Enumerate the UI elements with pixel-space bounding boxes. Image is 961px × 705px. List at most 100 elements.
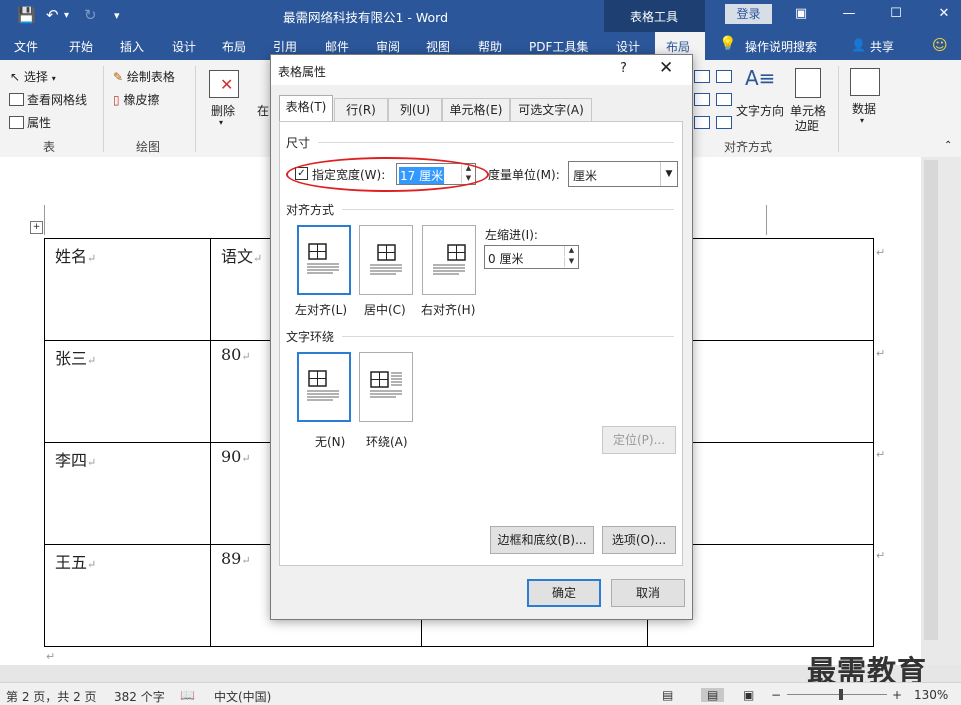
print-layout-icon[interactable]: ▤ xyxy=(701,688,725,702)
undo-dropdown-icon[interactable]: ▾ xyxy=(64,10,69,21)
table-cell[interactable]: 姓名↵ xyxy=(44,238,211,341)
properties-label: 属性 xyxy=(27,116,52,130)
word-count[interactable]: 382 个字 xyxy=(114,688,165,705)
wrap-around-option[interactable] xyxy=(359,352,413,422)
align-top-center-icon[interactable] xyxy=(716,70,732,83)
table-move-handle-icon[interactable]: + xyxy=(30,221,43,234)
close-icon[interactable]: ✕ xyxy=(659,58,673,78)
language-indicator[interactable]: 中文(中国) xyxy=(214,688,271,705)
align-center-label: 居中(C) xyxy=(364,303,406,317)
indent-left-input[interactable]: 0 厘米 ▲ ▼ xyxy=(484,245,579,269)
title-bar: 💾 ↶ ▾ ↻ ▾ 最需网络科技有限公1 - Word 表格工具 登录 ▣ — … xyxy=(0,0,961,32)
table-cell[interactable]: 张三↵ xyxy=(44,340,211,443)
ok-button[interactable]: 确定 xyxy=(527,579,601,607)
table-cell[interactable]: 王五↵ xyxy=(44,544,211,647)
table-cell[interactable]: 李四↵ xyxy=(44,442,211,545)
measure-in-select[interactable]: 厘米 ▼ xyxy=(568,161,678,187)
cell-margins-button-line2[interactable]: 边距 xyxy=(795,117,819,134)
wrap-around-icon xyxy=(370,371,402,398)
tab-layout[interactable]: 布局 xyxy=(222,38,246,55)
save-icon[interactable]: 💾 xyxy=(17,6,36,24)
zoom-level[interactable]: 130% xyxy=(914,688,948,702)
view-gridlines-button[interactable]: 查看网格线 xyxy=(9,91,87,108)
tab-design[interactable]: 设计 xyxy=(172,38,196,55)
close-window-icon[interactable]: ✕ xyxy=(932,4,956,24)
collapse-ribbon-icon[interactable]: ⌃ xyxy=(944,140,952,151)
paragraph-mark-icon: ↵ xyxy=(253,252,263,265)
align-right-option[interactable] xyxy=(422,225,476,295)
section-divider xyxy=(342,209,674,210)
context-group-title: 表格工具 xyxy=(630,10,679,24)
cell-text: 李四 xyxy=(55,451,88,470)
dialog-title: 表格属性 xyxy=(278,65,327,79)
zoom-slider[interactable] xyxy=(787,694,887,695)
tab-review[interactable]: 审阅 xyxy=(376,38,400,55)
cursor-icon: ↖ xyxy=(10,70,21,84)
tab-insert[interactable]: 插入 xyxy=(120,38,144,55)
spin-down-icon[interactable]: ▼ xyxy=(564,257,578,267)
tab-help[interactable]: 帮助 xyxy=(478,38,502,55)
tab-row[interactable]: 行(R) xyxy=(334,98,388,121)
align-center-icon[interactable] xyxy=(716,93,732,106)
zoom-in-icon[interactable]: + xyxy=(892,688,902,702)
tell-me-search[interactable]: 操作说明搜索 xyxy=(745,38,817,55)
cell-text: 姓名 xyxy=(55,247,88,266)
align-bottom-left-icon[interactable] xyxy=(694,116,710,129)
tab-table-design[interactable]: 设计 xyxy=(616,38,640,55)
tab-pdf-tools[interactable]: PDF工具集 xyxy=(529,38,588,55)
cell-text: 张三 xyxy=(55,349,88,368)
smiley-feedback-icon[interactable]: ☺ xyxy=(932,36,948,54)
group-label-table: 表 xyxy=(43,140,56,154)
align-right-label: 右对齐(H) xyxy=(421,303,476,317)
delete-button[interactable]: 删除 xyxy=(211,102,235,119)
ribbon-display-icon[interactable]: ▣ xyxy=(789,4,813,24)
spin-up-icon[interactable]: ▲ xyxy=(564,246,578,256)
text-direction-button[interactable]: 文字方向 xyxy=(736,102,784,119)
options-button[interactable]: 选项(O)... xyxy=(602,526,676,554)
zoom-slider-thumb[interactable] xyxy=(839,689,843,700)
tab-cell[interactable]: 单元格(E) xyxy=(442,98,510,121)
share-button[interactable]: 共享 xyxy=(870,38,894,55)
align-left-option[interactable] xyxy=(297,225,351,295)
align-middle-left-icon[interactable] xyxy=(694,93,710,106)
zoom-out-icon[interactable]: − xyxy=(771,688,781,702)
align-right-icon xyxy=(433,244,466,275)
tab-file[interactable]: 文件 xyxy=(14,38,38,55)
select-button[interactable]: ↖ 选择 ▾ xyxy=(10,68,56,85)
tab-mailings[interactable]: 邮件 xyxy=(325,38,349,55)
tab-view[interactable]: 视图 xyxy=(426,38,450,55)
paragraph-mark-icon: ↵ xyxy=(87,354,97,367)
page-count[interactable]: 第 2 页，共 2 页 xyxy=(6,688,97,705)
insert-partial-label[interactable]: 在 xyxy=(257,102,269,119)
chevron-down-icon[interactable]: ▼ xyxy=(660,162,677,186)
scrollbar-thumb[interactable] xyxy=(924,160,938,640)
data-button[interactable]: 数据 xyxy=(852,100,876,117)
wrap-none-option[interactable] xyxy=(297,352,351,422)
dialog-titlebar[interactable]: 表格属性 ? ✕ xyxy=(271,55,692,85)
indent-left-value: 0 厘米 xyxy=(488,252,524,266)
web-layout-icon[interactable]: ▣ xyxy=(743,688,754,702)
properties-button[interactable]: 属性 xyxy=(9,114,51,131)
align-top-left-icon[interactable] xyxy=(694,70,710,83)
read-mode-icon[interactable]: ▤ xyxy=(662,688,673,702)
tab-column[interactable]: 列(U) xyxy=(388,98,442,121)
login-button[interactable]: 登录 xyxy=(725,4,772,24)
tab-table[interactable]: 表格(T) xyxy=(279,95,333,122)
cancel-button[interactable]: 取消 xyxy=(611,579,685,607)
tab-alt-text[interactable]: 可选文字(A) xyxy=(510,98,592,121)
proofing-icon[interactable]: 📖 xyxy=(180,688,195,702)
tab-references[interactable]: 引用 xyxy=(273,38,297,55)
measure-in-value: 厘米 xyxy=(573,169,598,183)
eraser-button[interactable]: ▯ 橡皮擦 xyxy=(113,91,159,108)
minimize-icon[interactable]: — xyxy=(837,4,861,24)
align-center-option[interactable] xyxy=(359,225,413,295)
help-button[interactable]: ? xyxy=(620,61,627,76)
customize-qat-icon[interactable]: ▾ xyxy=(114,9,120,22)
tab-home[interactable]: 开始 xyxy=(69,38,93,55)
paragraph-mark-icon: ↵ xyxy=(241,554,251,567)
borders-and-shading-button[interactable]: 边框和底纹(B)... xyxy=(490,526,594,554)
maximize-icon[interactable]: ☐ xyxy=(884,4,908,24)
align-bottom-center-icon[interactable] xyxy=(716,116,732,129)
draw-table-button[interactable]: ✎ 绘制表格 xyxy=(113,68,175,85)
undo-icon[interactable]: ↶ xyxy=(46,6,59,24)
